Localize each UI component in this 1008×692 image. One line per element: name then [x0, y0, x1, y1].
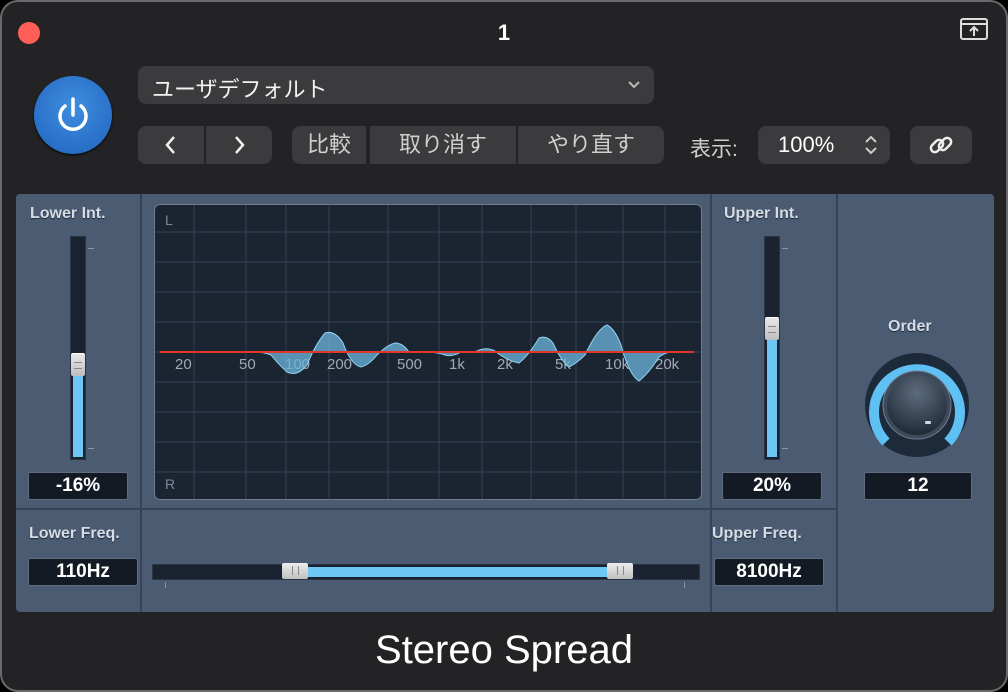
upper-int-slider[interactable]: [764, 236, 780, 460]
zoom-stepper[interactable]: 100%: [758, 126, 890, 164]
stepper-icon: [865, 135, 877, 155]
preset-dropdown[interactable]: ユーザデフォルト: [138, 66, 654, 104]
preset-name: ユーザデフォルト: [152, 77, 328, 102]
upper-freq-label: Upper Freq.: [712, 525, 802, 542]
view-label: 表示:: [690, 138, 738, 161]
freq-tick-label: 1k: [449, 356, 465, 373]
popout-icon[interactable]: [960, 18, 988, 40]
separator: [710, 194, 712, 612]
lower-int-thumb[interactable]: [71, 353, 85, 376]
lower-freq-label: Lower Freq.: [29, 525, 120, 542]
channel-right-label: R: [165, 476, 175, 492]
upper-int-fill: [767, 328, 777, 457]
window-title: 1: [497, 20, 511, 45]
next-preset-button[interactable]: [206, 126, 272, 164]
lower-int-value[interactable]: -16%: [28, 472, 128, 500]
plugin-window: 1 ユーザデフォルト 比較 取り消す やり直す 表示: 100% Lower I…: [0, 0, 1008, 692]
slider-tick: [165, 582, 166, 588]
separator: [836, 194, 838, 612]
frequency-range-slider[interactable]: [152, 563, 700, 580]
link-button[interactable]: [910, 126, 972, 164]
lower-int-label: Lower Int.: [30, 205, 106, 222]
freq-tick-label: 200: [327, 356, 352, 373]
lower-int-fill: [73, 364, 83, 457]
spread-graph: L R 20501002005001k2k5k10k20k: [155, 205, 701, 499]
slider-tick: [782, 448, 788, 449]
frequency-range-fill: [307, 567, 607, 577]
chevron-right-icon: [235, 136, 245, 154]
order-label: Order: [888, 318, 932, 335]
upper-int-value[interactable]: 20%: [722, 472, 822, 500]
channel-left-label: L: [165, 212, 173, 228]
freq-tick-label: 50: [239, 356, 256, 373]
order-value[interactable]: 12: [864, 472, 972, 500]
slider-tick: [684, 582, 685, 588]
stereo-spread-display: L R 20501002005001k2k5k10k20k: [154, 204, 702, 500]
slider-tick: [88, 448, 94, 449]
power-button[interactable]: [34, 76, 112, 154]
freq-tick-label: 500: [397, 356, 422, 373]
separator: [16, 508, 838, 510]
order-knob[interactable]: [864, 352, 970, 458]
upper-int-label: Upper Int.: [724, 205, 799, 222]
freq-tick-label: 20: [175, 356, 192, 373]
upper-freq-value[interactable]: 8100Hz: [714, 558, 824, 586]
previous-preset-button[interactable]: [138, 126, 204, 164]
power-icon: [58, 97, 88, 131]
separator: [140, 194, 142, 612]
plugin-name: Stereo Spread: [375, 628, 633, 672]
slider-tick: [88, 248, 94, 249]
chevron-left-icon: [165, 136, 175, 154]
freq-tick-label: 20k: [655, 356, 680, 373]
zoom-value: 100%: [778, 132, 835, 157]
compare-button[interactable]: 比較: [292, 126, 366, 164]
undo-button[interactable]: 取り消す: [370, 126, 516, 164]
stereo-spread-panel: Lower Int. -16% L R 20501002005001k2k5k1…: [16, 194, 994, 612]
upper-int-thumb[interactable]: [765, 317, 779, 340]
lower-int-slider[interactable]: [70, 236, 86, 460]
lower-freq-value[interactable]: 110Hz: [28, 558, 138, 586]
lower-freq-thumb[interactable]: [281, 563, 308, 579]
chevron-down-icon: [628, 81, 640, 89]
redo-button[interactable]: やり直す: [518, 126, 664, 164]
slider-tick: [782, 248, 788, 249]
link-icon: [929, 136, 953, 154]
upper-freq-thumb[interactable]: [606, 563, 633, 579]
